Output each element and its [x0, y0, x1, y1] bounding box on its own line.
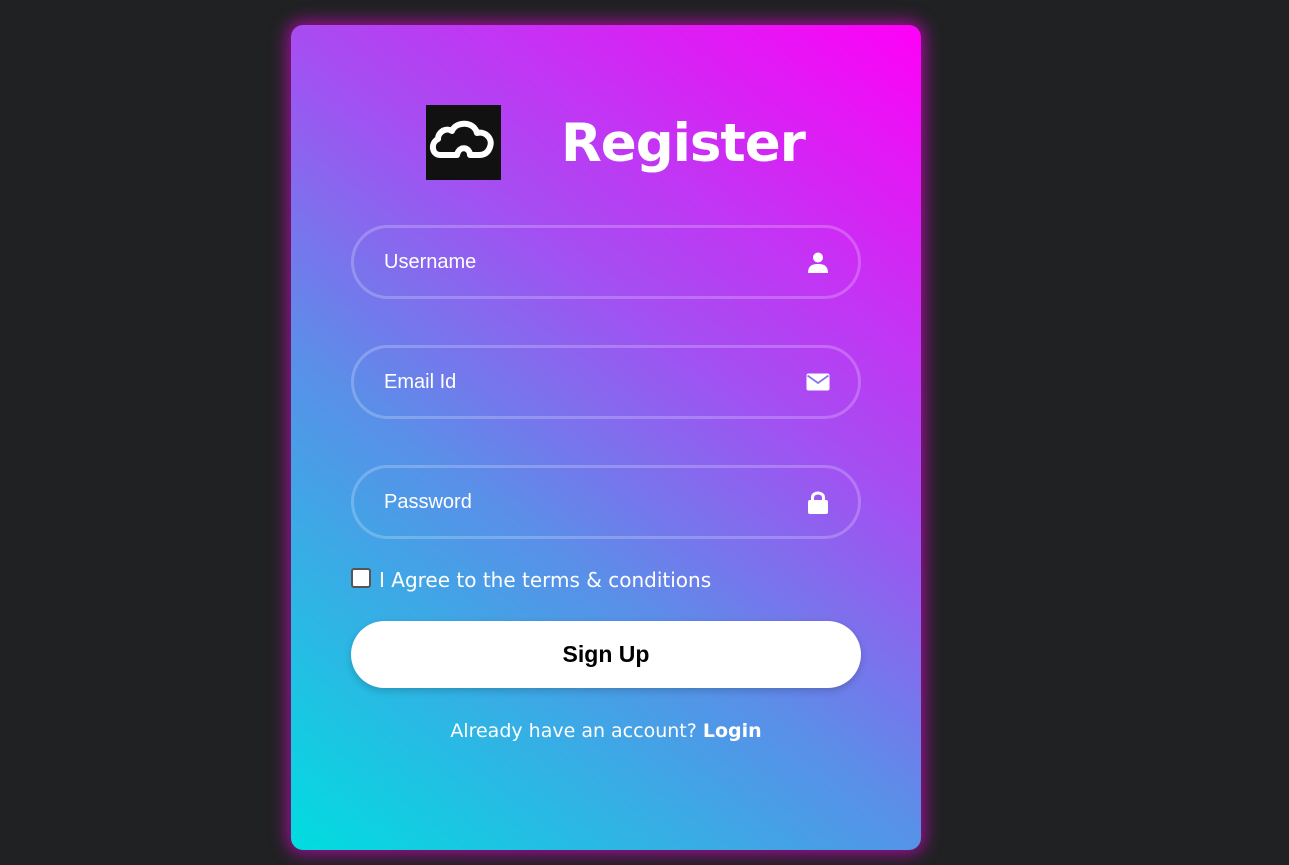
terms-label[interactable]: I Agree to the terms & conditions	[379, 568, 711, 592]
terms-checkbox[interactable]	[351, 568, 371, 588]
email-field[interactable]	[351, 345, 861, 419]
login-prompt-text: Already have an account?	[450, 720, 697, 742]
page-title: Register	[561, 113, 806, 174]
logo	[426, 105, 501, 180]
email-input[interactable]	[354, 348, 858, 416]
username-input[interactable]	[354, 228, 858, 296]
password-input[interactable]	[354, 468, 858, 536]
cloud-icon	[430, 120, 494, 158]
username-field[interactable]	[351, 225, 861, 299]
lock-icon	[806, 490, 830, 514]
login-prompt: Already have an account? Login	[291, 720, 921, 742]
register-card: Register I Agree to the t	[291, 25, 921, 850]
password-field[interactable]	[351, 465, 861, 539]
sign-up-button[interactable]: Sign Up	[351, 621, 861, 688]
user-icon	[806, 250, 830, 274]
login-link[interactable]: Login	[703, 720, 762, 742]
envelope-icon	[806, 370, 830, 394]
terms-agreement: I Agree to the terms & conditions	[351, 565, 711, 592]
